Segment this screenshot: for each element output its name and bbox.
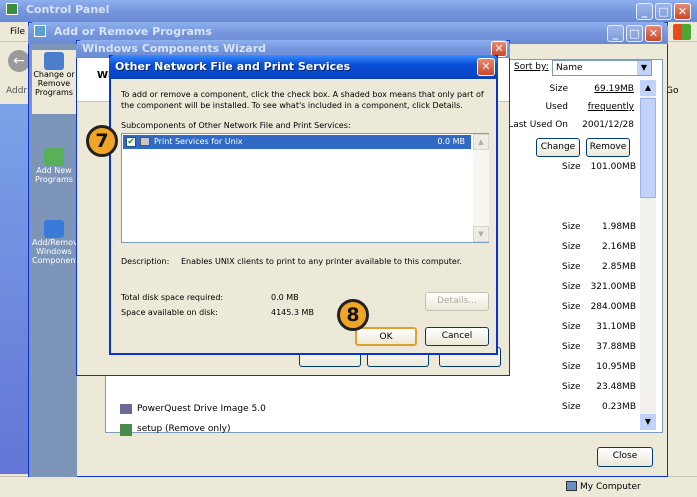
windows-components-icon xyxy=(44,220,64,238)
subcomponents-label: Subcomponents of Other Network File and … xyxy=(121,121,351,130)
list-item: Size 2.85MB xyxy=(562,262,636,272)
cp-status-bar: My Computer xyxy=(0,476,697,497)
change-remove-icon xyxy=(44,52,64,70)
scroll-thumb[interactable] xyxy=(640,98,656,198)
menu-file[interactable]: File xyxy=(10,27,25,37)
list-item: Size 321.00MB xyxy=(562,282,636,292)
scroll-up-icon[interactable]: ▲ xyxy=(640,80,656,96)
network-print-services-dialog: Other Network File and Print Services ✕ … xyxy=(109,55,498,355)
info-size: Size 69.19MB xyxy=(549,84,634,94)
details-button[interactable]: Details... xyxy=(425,292,489,311)
cancel-button[interactable]: Cancel xyxy=(425,327,489,346)
cp-close-button[interactable]: ✕ xyxy=(674,3,691,20)
list-item: Size 31.10MB xyxy=(562,322,636,332)
program-icon xyxy=(120,424,132,436)
space-available-label: Space available on disk: xyxy=(121,308,218,317)
arp-minimize-button[interactable]: _ xyxy=(607,25,624,42)
info-used: Used frequently xyxy=(545,102,634,112)
size-column: Size 101.00MB Size 1.98MB Size 2.16MB Size 2… xyxy=(562,162,636,442)
arp-icon xyxy=(34,25,46,37)
dialog-title: Other Network File and Print Services xyxy=(115,60,351,73)
ok-button[interactable]: OK xyxy=(355,327,417,346)
total-disk-label: Total disk space required: xyxy=(121,293,224,302)
windows-logo-icon xyxy=(673,24,691,40)
remove-button[interactable]: Remove xyxy=(586,138,630,157)
arp-close-button[interactable]: ✕ xyxy=(645,25,662,42)
list-item: Size 0.23MB xyxy=(562,402,636,412)
control-panel-icon xyxy=(6,3,18,15)
sidebar-item-label: Add New Programs xyxy=(35,166,73,184)
arp-sidebar: Change or Remove Programs Add New Progra… xyxy=(29,44,77,477)
wizard-title: Windows Components Wizard xyxy=(82,42,267,55)
program-icon xyxy=(120,404,132,414)
selected-program-details: Size 69.19MB Used frequently Last Used O… xyxy=(504,82,634,168)
checkbox-print-services[interactable]: ✔ xyxy=(126,137,136,147)
description-label: Description: xyxy=(121,257,170,266)
scroll-down-icon[interactable]: ▼ xyxy=(640,414,656,430)
info-last-used: Last Used On 2001/12/28 xyxy=(508,120,634,130)
arp-close-btn[interactable]: Close xyxy=(597,447,653,467)
status-computer-label: My Computer xyxy=(580,482,641,492)
chevron-down-icon: ▼ xyxy=(637,61,651,75)
subcomponents-list: ✔ Print Services for Unix 0.0 MB ▲ ▼ xyxy=(121,133,489,243)
address-label: Addr xyxy=(6,86,28,96)
change-button[interactable]: Change xyxy=(536,138,580,157)
dialog-titlebar: Other Network File and Print Services xyxy=(109,55,498,79)
list-item: Size 10.95MB xyxy=(562,362,636,372)
list-item: Size 23.48MB xyxy=(562,382,636,392)
dialog-close-button[interactable]: ✕ xyxy=(477,58,495,76)
program-row-setup[interactable]: setup (Remove only) xyxy=(120,422,420,440)
sidebar-item-windows-components[interactable]: Add/Remove Windows Components xyxy=(32,220,76,280)
cp-maximize-button[interactable]: □ xyxy=(655,3,672,20)
list-item: Size 101.00MB xyxy=(562,162,636,172)
step-8-badge: 8 xyxy=(337,299,369,331)
list-item: Size 2.16MB xyxy=(562,242,636,252)
description-text: Enables UNIX clients to print to any pri… xyxy=(181,257,462,266)
cp-minimize-button[interactable]: _ xyxy=(636,3,653,20)
sidebar-item-add-new[interactable]: Add New Programs xyxy=(32,148,76,198)
step-7-badge: 7 xyxy=(86,125,118,157)
arp-maximize-button[interactable]: □ xyxy=(626,25,643,42)
list-item: Size 37.88MB xyxy=(562,342,636,352)
printer-icon xyxy=(140,137,150,146)
sidebar-item-change-remove[interactable]: Change or Remove Programs xyxy=(32,50,76,114)
list-scrollbar[interactable]: ▲ ▼ xyxy=(640,80,656,430)
scroll-up-icon[interactable]: ▲ xyxy=(473,134,489,150)
scroll-down-icon[interactable]: ▼ xyxy=(473,226,489,242)
cp-task-pane xyxy=(0,104,30,474)
dialog-instructions: To add or remove a component, click the … xyxy=(121,90,484,110)
list-item-print-services-unix[interactable]: ✔ Print Services for Unix 0.0 MB xyxy=(123,135,471,149)
control-panel-title: Control Panel xyxy=(25,3,110,16)
list-item: Size 1.98MB xyxy=(562,222,636,232)
arp-title: Add or Remove Programs xyxy=(53,25,212,38)
my-computer-icon xyxy=(566,481,577,491)
sort-by-label: Sort by: xyxy=(514,62,549,72)
list-item: Size 284.00MB xyxy=(562,302,636,312)
total-disk-value: 0.0 MB xyxy=(271,293,299,302)
sort-by-select[interactable]: Name ▼ xyxy=(552,60,652,76)
control-panel-titlebar: Control Panel xyxy=(0,0,697,22)
back-icon[interactable]: ← xyxy=(8,50,30,72)
add-new-programs-icon xyxy=(44,148,64,166)
subcomponents-scrollbar[interactable]: ▲ ▼ xyxy=(473,134,489,242)
sidebar-item-label: Change or Remove Programs xyxy=(33,70,75,97)
program-row-powerquest[interactable]: PowerQuest Drive Image 5.0 xyxy=(120,402,420,420)
space-available-value: 4145.3 MB xyxy=(271,308,314,317)
sidebar-item-label: Add/Remove Windows Components xyxy=(32,238,76,265)
